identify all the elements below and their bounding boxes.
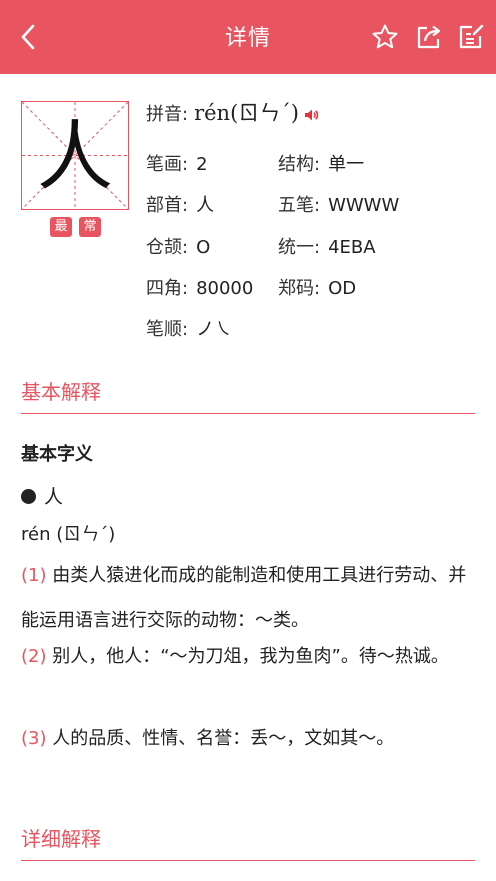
wubi-value: WWWW — [328, 195, 400, 216]
star-icon[interactable] — [370, 22, 400, 52]
bullet-entry: 人 — [21, 482, 63, 509]
strokes-row: 笔画: 2 — [146, 150, 208, 176]
bullet-dot-icon — [21, 489, 36, 504]
stroke-order-value: ノ㇏ — [196, 319, 233, 340]
detail-section-title: 详细解释 — [21, 827, 101, 851]
share-icon[interactable] — [414, 22, 444, 52]
radical-label: 部首: — [146, 195, 189, 216]
unicode-value: 4EBA — [328, 237, 376, 258]
definition-1: (1) 由类人猿进化而成的能制造和使用工具进行劳动、并能运用语言进行交际的动物：… — [21, 553, 477, 643]
zhengma-row: 郑码: OD — [278, 274, 356, 300]
definition-text: 人的品质、性情、名誉：丢～，文如其～。 — [46, 728, 395, 749]
radical-value: 人 — [196, 195, 215, 216]
bullet-char: 人 — [44, 486, 64, 508]
wubi-label: 五笔: — [278, 195, 321, 216]
top-bar: 详情 — [0, 0, 496, 74]
structure-label: 结构: — [278, 154, 321, 175]
unicode-row: 统一: 4EBA — [278, 233, 376, 259]
character-grid[interactable]: 人 — [21, 101, 129, 210]
definition-number: (2) — [21, 646, 47, 667]
sijiao-value: 80000 — [196, 278, 254, 299]
zhengma-value: OD — [328, 278, 357, 299]
pronunciation: rén (ㄖㄣˊ) — [21, 524, 116, 545]
edit-icon[interactable] — [456, 22, 486, 52]
cangjie-label: 仓颉: — [146, 237, 189, 258]
character-glyph: 人 — [37, 112, 113, 201]
unicode-label: 统一: — [278, 237, 321, 258]
sijiao-row: 四角: 80000 — [146, 274, 253, 300]
definition-3: (3) 人的品质、性情、名誉：丢～，文如其～。 — [21, 716, 477, 761]
radical-row: 部首: 人 — [146, 191, 214, 217]
definition-text: 由类人猿进化而成的能制造和使用工具进行劳动、并能运用语言进行交际的动物：～类。 — [21, 565, 467, 631]
strokes-value: 2 — [196, 154, 208, 175]
basic-section-divider — [21, 413, 475, 414]
pinyin-label: 拼音: — [146, 104, 189, 125]
basic-meaning-subtitle: 基本字义 — [21, 444, 93, 465]
zhengma-label: 郑码: — [278, 278, 321, 299]
cangjie-value: O — [196, 237, 211, 258]
structure-value: 单一 — [328, 154, 365, 175]
definition-text: 别人，他人：“～为刀俎，我为鱼肉”。待～热诚。 — [46, 646, 449, 667]
speaker-icon[interactable] — [303, 107, 319, 123]
definition-2: (2) 别人，他人：“～为刀俎，我为鱼肉”。待～热诚。 — [21, 634, 477, 679]
sijiao-label: 四角: — [146, 278, 189, 299]
tag-common: 常 — [79, 217, 101, 237]
wubi-row: 五笔: WWWW — [278, 191, 399, 217]
detail-section-divider — [21, 860, 475, 861]
stroke-order-row: 笔顺: ノ㇏ — [146, 315, 232, 341]
basic-section-title: 基本解释 — [21, 380, 101, 404]
pinyin-value: rén(ㄖㄣˊ) — [194, 101, 299, 125]
tag-most-common: 最 — [50, 217, 72, 237]
definition-number: (1) — [21, 565, 47, 586]
pinyin-row: 拼音: rén(ㄖㄣˊ) — [146, 97, 319, 127]
strokes-label: 笔画: — [146, 154, 189, 175]
structure-row: 结构: 单一 — [278, 150, 364, 176]
definition-number: (3) — [21, 728, 47, 749]
cangjie-row: 仓颉: O — [146, 233, 210, 259]
stroke-order-label: 笔顺: — [146, 319, 189, 340]
